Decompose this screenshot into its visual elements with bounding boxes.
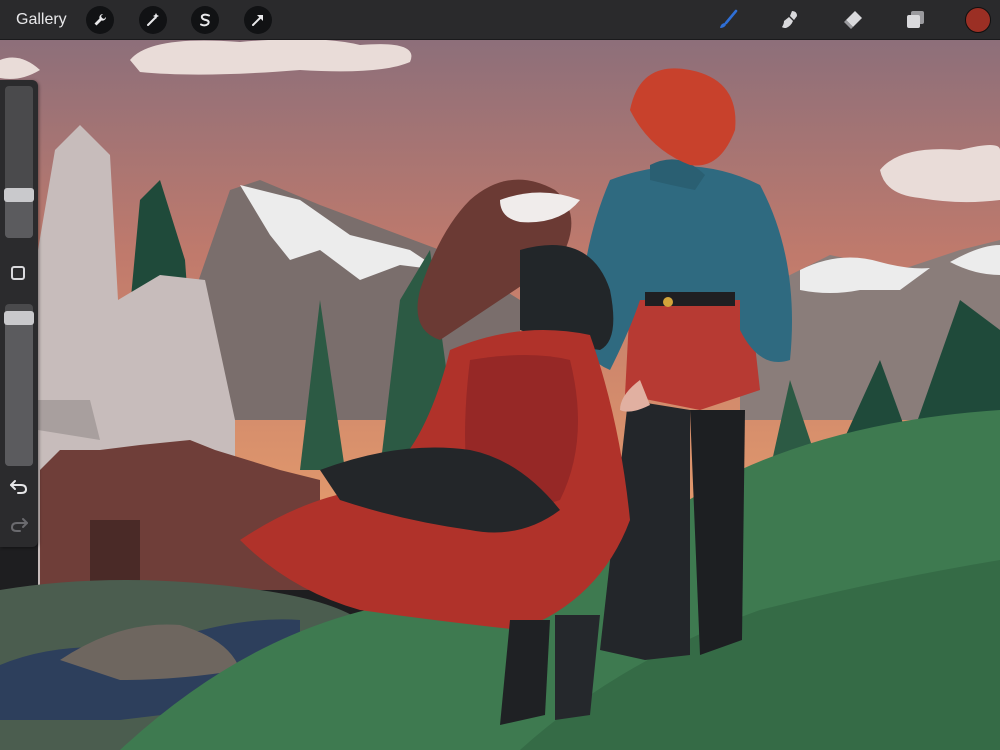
transform-arrow-icon[interactable] [244,6,272,34]
drawing-canvas[interactable] [0,40,1000,750]
gallery-button[interactable]: Gallery [16,11,72,29]
opacity-thumb[interactable] [4,311,34,326]
smudge-icon[interactable] [776,6,804,34]
magic-wand-icon[interactable] [139,6,167,34]
artwork [0,40,1000,750]
modify-button[interactable] [11,266,25,280]
eraser-icon[interactable] [839,6,867,34]
left-sidebar [0,80,38,547]
opacity-slider[interactable] [5,304,33,466]
redo-icon[interactable] [9,514,29,534]
wrench-icon[interactable] [86,6,114,34]
top-toolbar: Gallery [0,0,1000,40]
brush-size-slider[interactable] [5,86,33,238]
color-swatch[interactable] [965,7,991,33]
opacity-fill [5,312,33,466]
brush-icon[interactable] [714,6,742,34]
brush-size-thumb[interactable] [4,188,34,203]
brush-size-fill [5,198,33,238]
selection-s-icon[interactable] [191,6,219,34]
layers-icon[interactable] [901,6,929,34]
undo-icon[interactable] [9,476,29,496]
